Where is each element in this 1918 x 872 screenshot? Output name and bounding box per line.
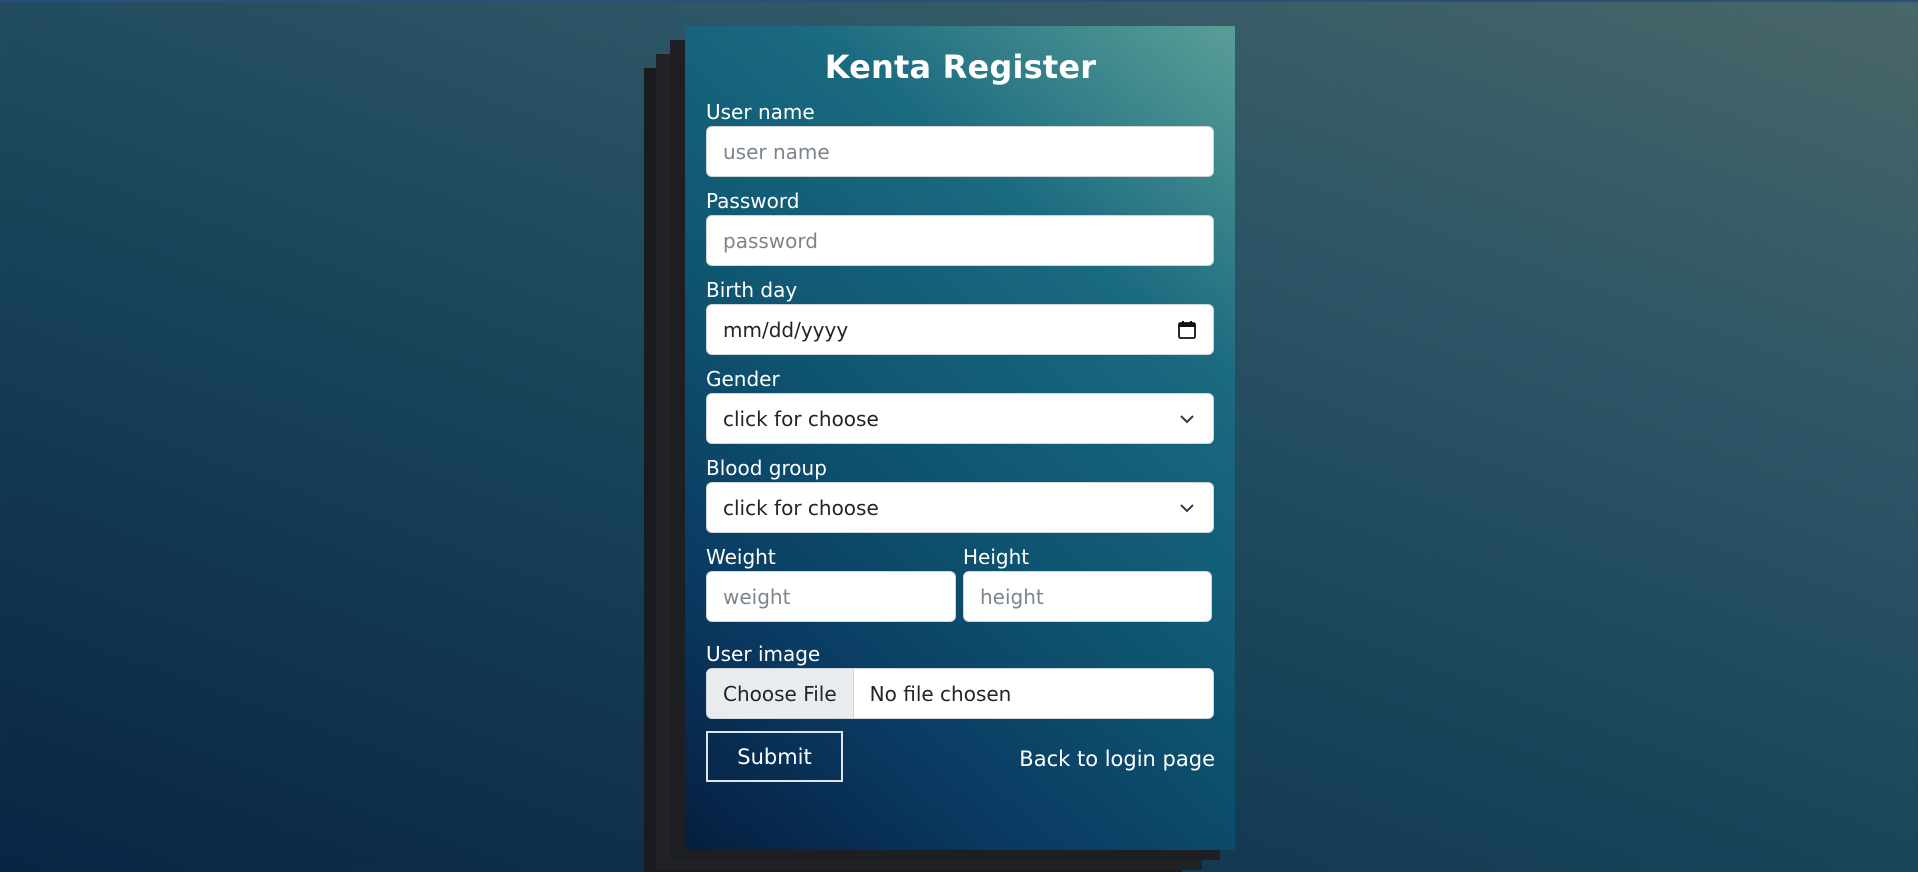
chevron-down-icon: [1177, 498, 1197, 518]
username-placeholder: user name: [723, 139, 830, 164]
back-to-login-link[interactable]: Back to login page: [1019, 747, 1215, 771]
form-actions: Submit Back to login page: [706, 731, 1215, 782]
user-image-file-input[interactable]: Choose File No file chosen: [706, 668, 1214, 719]
birthday-label: Birth day: [706, 278, 798, 302]
calendar-icon[interactable]: [1177, 320, 1197, 340]
page-title: Kenta Register: [824, 48, 1097, 86]
height-placeholder: height: [980, 584, 1044, 609]
blood-group-selected: click for choose: [723, 495, 879, 520]
height-group: Height height: [963, 545, 1213, 634]
height-label: Height: [963, 545, 1030, 569]
password-input[interactable]: password: [706, 215, 1214, 266]
password-label: Password: [706, 189, 800, 213]
birthday-date-input[interactable]: mm/dd/yyyy: [706, 304, 1214, 355]
username-input[interactable]: user name: [706, 126, 1214, 177]
weight-label: Weight: [706, 545, 776, 569]
weight-input[interactable]: weight: [706, 571, 956, 622]
choose-file-button[interactable]: Choose File: [707, 669, 854, 718]
register-card: Kenta Register User name user name Passw…: [685, 26, 1235, 850]
user-image-label: User image: [706, 642, 821, 666]
blood-group-label: Blood group: [706, 456, 827, 480]
weight-group: Weight weight: [706, 545, 956, 634]
username-label: User name: [706, 100, 815, 124]
gender-selected: click for choose: [723, 406, 879, 431]
birthday-value: mm/dd/yyyy: [723, 317, 849, 342]
gender-select[interactable]: click for choose: [706, 393, 1214, 444]
gender-label: Gender: [706, 367, 780, 391]
file-status: No file chosen: [869, 681, 1012, 706]
weight-height-row: Weight weight Height height: [706, 545, 1215, 634]
password-placeholder: password: [723, 228, 818, 253]
weight-placeholder: weight: [723, 584, 791, 609]
height-input[interactable]: height: [963, 571, 1212, 622]
submit-button[interactable]: Submit: [706, 731, 843, 782]
chevron-down-icon: [1177, 409, 1197, 429]
blood-group-select[interactable]: click for choose: [706, 482, 1214, 533]
